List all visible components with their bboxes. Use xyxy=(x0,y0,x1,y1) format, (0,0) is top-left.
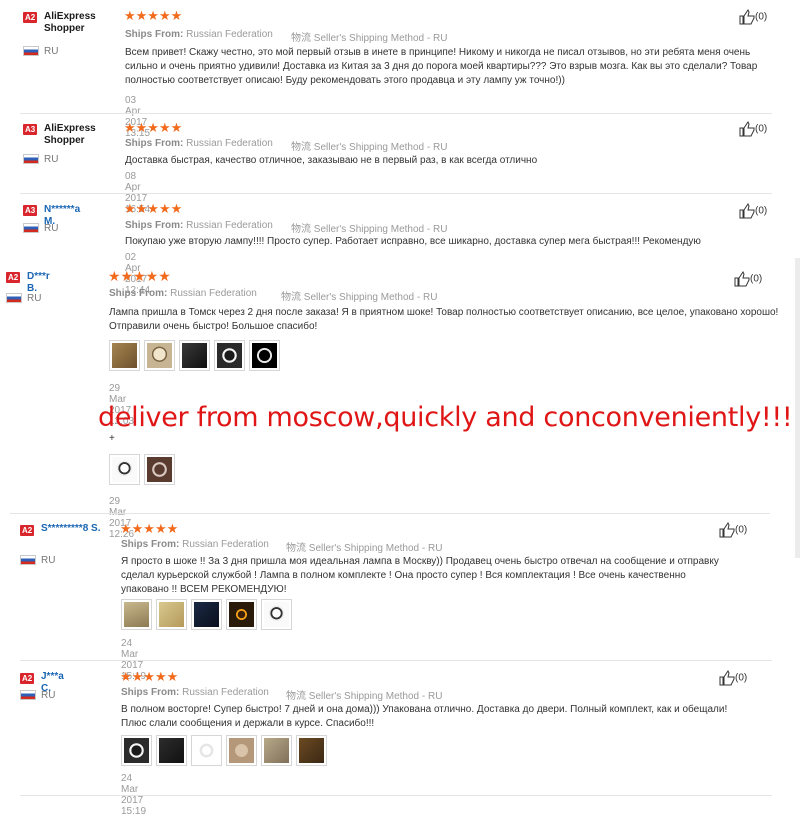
reviewer-name[interactable]: D***r B. xyxy=(27,271,50,295)
country-code: RU xyxy=(44,223,59,234)
logistics-icon: 物流 xyxy=(286,691,306,702)
helpful-button[interactable]: (0) xyxy=(739,9,767,25)
country-code: RU xyxy=(41,555,56,566)
rating-stars: ★★★★★ xyxy=(124,201,183,216)
reviewer-name[interactable]: S*********8 S. xyxy=(41,523,113,535)
review-text: Лампа пришла в Томск через 2 дня после з… xyxy=(109,307,779,332)
review-photo[interactable] xyxy=(109,340,140,371)
thumbs-up-icon xyxy=(719,522,735,538)
shipping-method: 物流 Seller's Shipping Method - RU xyxy=(286,691,443,702)
shipping-method: 物流 Seller's Shipping Method - RU xyxy=(291,224,448,235)
shipping-method: 物流 Seller's Shipping Method - RU xyxy=(286,543,443,554)
review-photos xyxy=(121,735,327,766)
additional-photos xyxy=(109,454,175,485)
country-code: RU xyxy=(44,154,59,165)
rating-stars: ★★★★★ xyxy=(108,268,171,284)
russia-flag-icon xyxy=(23,223,39,233)
ships-from: Ships From: Russian Federation xyxy=(125,138,273,149)
helpful-button[interactable]: (0) xyxy=(719,670,747,686)
russia-flag-icon xyxy=(23,154,39,164)
ships-from: Ships From: Russian Federation xyxy=(125,220,273,231)
rating-stars: ★★★★★ xyxy=(120,669,179,684)
ships-from: Ships From: Russian Federation xyxy=(121,539,269,550)
rating-stars: ★★★★★ xyxy=(124,8,183,23)
rating-stars: ★★★★★ xyxy=(124,120,183,135)
review-photos xyxy=(121,599,292,630)
thumbs-up-icon xyxy=(739,203,755,219)
ships-from: Ships From: Russian Federation xyxy=(109,288,257,299)
review-text: Всем привет! Скажу честно, это мой первы… xyxy=(125,47,758,86)
review-photo[interactable] xyxy=(261,735,292,766)
thumbs-up-icon xyxy=(719,670,735,686)
rating-stars: ★★★★★ xyxy=(120,521,179,536)
review-photo[interactable] xyxy=(191,599,222,630)
helpful-button[interactable]: (0) xyxy=(734,271,762,287)
logistics-icon: 物流 xyxy=(281,292,301,303)
country-code: RU xyxy=(27,293,42,304)
thumbs-up-icon xyxy=(739,9,755,25)
review-photo[interactable] xyxy=(144,340,175,371)
russia-flag-icon xyxy=(20,555,36,565)
level-badge: A2 xyxy=(23,12,38,23)
logistics-icon: 物流 xyxy=(291,224,311,235)
review-photo[interactable] xyxy=(156,735,187,766)
review-photo[interactable] xyxy=(121,735,152,766)
shipping-method: 物流 Seller's Shipping Method - RU xyxy=(281,292,438,303)
shipping-method: 物流 Seller's Shipping Method - RU xyxy=(291,33,448,44)
russia-flag-icon xyxy=(6,293,22,303)
thumbs-up-icon xyxy=(739,121,755,137)
logistics-icon: 物流 xyxy=(286,543,306,554)
divider xyxy=(20,660,772,661)
scrollbar-strip xyxy=(795,258,800,558)
review-photo[interactable] xyxy=(261,599,292,630)
ships-from: Ships From: Russian Federation xyxy=(125,29,273,40)
review-photo[interactable] xyxy=(296,735,327,766)
review-photo[interactable] xyxy=(191,735,222,766)
divider xyxy=(10,513,770,514)
level-badge: A2 xyxy=(6,272,21,283)
country-code: RU xyxy=(44,46,59,57)
review-text: В полном восторге! Супер быстро! 7 дней … xyxy=(121,704,728,729)
ships-from: Ships From: Russian Federation xyxy=(121,687,269,698)
review-photo[interactable] xyxy=(249,340,280,371)
level-badge: A3 xyxy=(23,124,38,135)
divider xyxy=(20,113,772,114)
additional-feedback-marker: + xyxy=(109,433,115,444)
russia-flag-icon xyxy=(20,690,36,700)
review-photos xyxy=(109,340,280,371)
helpful-button[interactable]: (0) xyxy=(719,522,747,538)
thumbs-up-icon xyxy=(734,271,750,287)
review-photo[interactable] xyxy=(121,599,152,630)
review-photo[interactable] xyxy=(226,599,257,630)
divider xyxy=(20,193,772,194)
review-photo[interactable] xyxy=(109,454,140,485)
review-text: Покупаю уже вторую лампу!!!! Просто супе… xyxy=(125,236,701,247)
review-photo[interactable] xyxy=(156,599,187,630)
helpful-button[interactable]: (0) xyxy=(739,121,767,137)
review-photo[interactable] xyxy=(144,454,175,485)
overlay-caption: deliver from moscow,quickly and conconve… xyxy=(98,402,793,433)
helpful-button[interactable]: (0) xyxy=(739,203,767,219)
review-text: Я просто в шоке !! За 3 дня пришла моя и… xyxy=(121,556,719,595)
divider xyxy=(20,795,772,796)
review-photo[interactable] xyxy=(214,340,245,371)
reviewer-name[interactable]: AliExpress Shopper xyxy=(44,11,116,35)
logistics-icon: 物流 xyxy=(291,33,311,44)
level-badge: A3 xyxy=(23,205,38,216)
logistics-icon: 物流 xyxy=(291,142,311,153)
country-code: RU xyxy=(41,690,56,701)
level-badge: A2 xyxy=(20,525,35,536)
shipping-method: 物流 Seller's Shipping Method - RU xyxy=(291,142,448,153)
reviewer-name[interactable]: AliExpress Shopper xyxy=(44,123,116,147)
level-badge: A2 xyxy=(20,673,35,684)
review-photo[interactable] xyxy=(179,340,210,371)
review-text: Доставка быстрая, качество отличное, зак… xyxy=(125,155,538,166)
review-photo[interactable] xyxy=(226,735,257,766)
russia-flag-icon xyxy=(23,46,39,56)
